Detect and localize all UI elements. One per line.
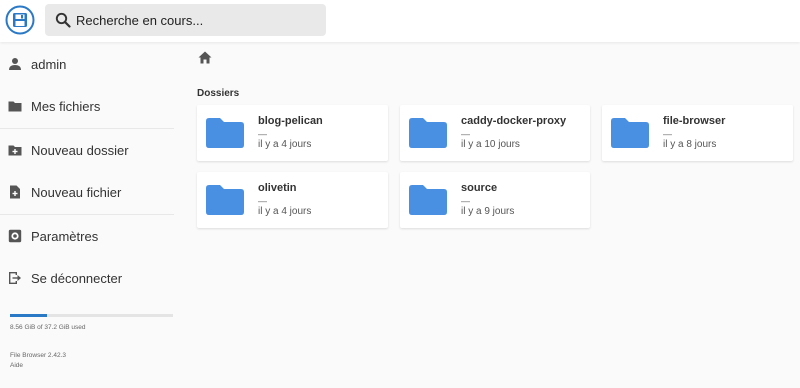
folder-modified: il y a 4 jours: [258, 206, 312, 217]
help-link[interactable]: Aide: [10, 362, 23, 369]
disk-usage-fill: [10, 314, 48, 317]
sidebar-item-label: Paramètres: [31, 228, 99, 244]
file-browser-logo-icon[interactable]: [5, 5, 35, 35]
folder-modified: il y a 9 jours: [461, 206, 515, 217]
folder-icon: [8, 101, 22, 112]
folder-size: —: [461, 129, 470, 139]
folder-card[interactable]: caddy-docker-proxy — il y a 10 jours: [400, 105, 590, 161]
gear-icon: [8, 229, 22, 243]
folder-name: source: [461, 182, 498, 194]
folder-size: —: [258, 129, 267, 139]
folder-name: blog-pelican: [258, 115, 323, 127]
folder-icon: [611, 118, 649, 148]
header: [0, 0, 800, 42]
sidebar: admin Mes fichiers Nouveau dossier Nouve…: [0, 42, 174, 388]
folder-modified: il y a 10 jours: [461, 139, 520, 150]
person-icon: [9, 58, 21, 70]
folder-modified: il y a 4 jours: [258, 139, 312, 150]
folder-card[interactable]: blog-pelican — il y a 4 jours: [197, 105, 388, 161]
search-icon: [55, 12, 71, 28]
folder-card[interactable]: file-browser — il y a 8 jours: [602, 105, 793, 161]
folder-icon: [409, 118, 447, 148]
sidebar-item-label: Se déconnecter: [31, 270, 123, 286]
version-text: File Browser 2.42.3: [10, 352, 66, 359]
folder-size: —: [258, 196, 267, 206]
sidebar-item-new-file[interactable]: Nouveau fichier: [0, 171, 174, 213]
search-bar[interactable]: [45, 4, 326, 36]
folder-icon: [206, 118, 244, 148]
sidebar-item-label: Nouveau dossier: [31, 142, 129, 158]
sidebar-item-settings[interactable]: Paramètres: [0, 215, 174, 257]
folder-name: olivetin: [258, 182, 297, 194]
folder-modified: il y a 8 jours: [663, 139, 717, 150]
disk-usage-bar: [10, 314, 173, 317]
folder-card[interactable]: source — il y a 9 jours: [400, 172, 590, 228]
sidebar-item-new-folder[interactable]: Nouveau dossier: [0, 129, 174, 171]
home-icon[interactable]: [198, 51, 212, 64]
sidebar-item-label: Mes fichiers: [31, 98, 101, 114]
new-file-icon: [10, 185, 20, 199]
sidebar-item-my-files[interactable]: Mes fichiers: [0, 85, 174, 127]
search-input[interactable]: [76, 12, 316, 28]
folder-size: —: [663, 129, 672, 139]
sidebar-item-user[interactable]: admin: [0, 43, 174, 85]
new-folder-icon: [8, 145, 22, 156]
section-title-folders: Dossiers: [197, 88, 240, 99]
folder-size: —: [461, 196, 470, 206]
sidebar-item-logout[interactable]: Se déconnecter: [0, 257, 174, 299]
folder-icon: [409, 185, 447, 215]
folder-name: file-browser: [663, 115, 726, 127]
sidebar-item-label: admin: [31, 56, 67, 72]
folder-name: caddy-docker-proxy: [461, 115, 567, 127]
disk-usage-text: 8.56 GiB of 37.2 GiB used: [10, 324, 86, 331]
logout-icon: [9, 272, 21, 284]
folder-icon: [206, 185, 244, 215]
folder-card[interactable]: olivetin — il y a 4 jours: [197, 172, 388, 228]
sidebar-item-label: Nouveau fichier: [31, 184, 122, 200]
